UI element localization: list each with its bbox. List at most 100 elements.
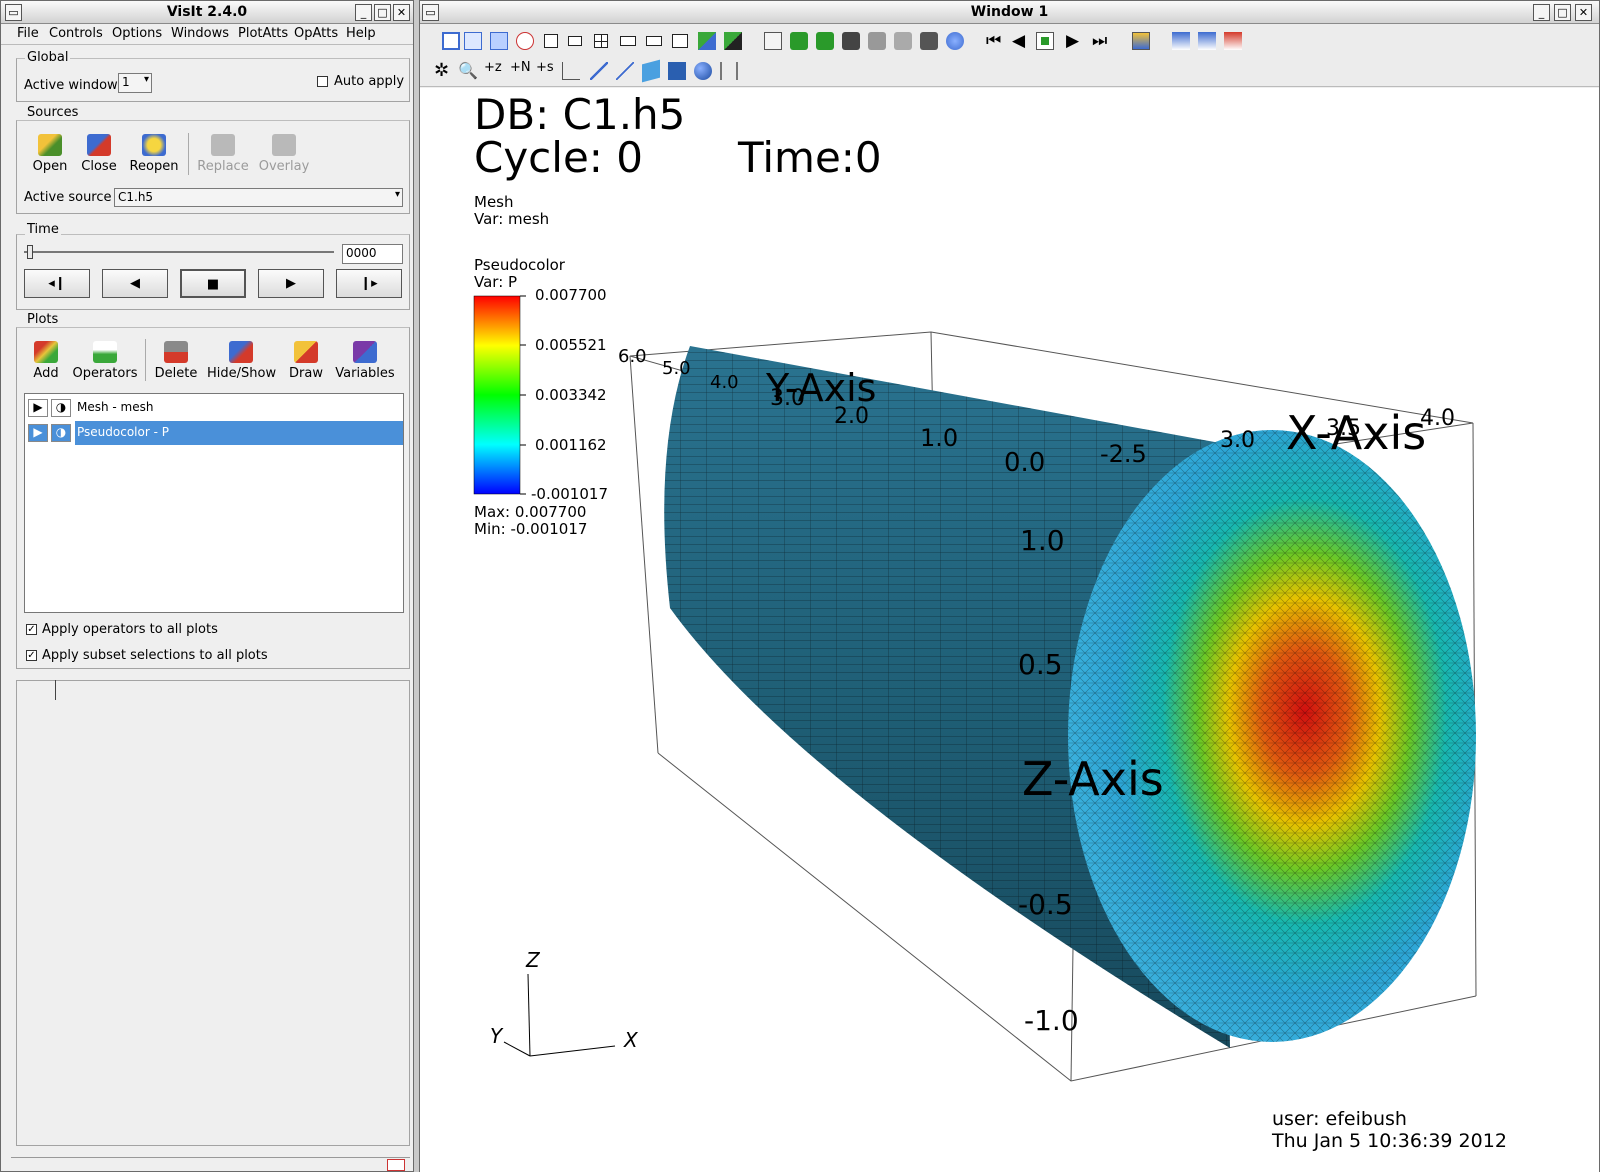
chevron-down-icon: ▾ bbox=[394, 189, 400, 200]
z-axis-title: Z-Axis bbox=[1022, 752, 1164, 806]
time-slider-track[interactable] bbox=[24, 251, 334, 253]
menu-plotatts[interactable]: PlotAtts bbox=[238, 26, 288, 41]
copy-attributes-icon[interactable] bbox=[1224, 32, 1242, 50]
x-axis-tick: 3.0 bbox=[1220, 428, 1255, 453]
hide-show-button[interactable]: Hide/Show bbox=[207, 341, 276, 381]
last-frame-icon[interactable]: ⏭ bbox=[1092, 32, 1110, 50]
layout-2x2-icon[interactable] bbox=[594, 34, 608, 48]
step-back-button[interactable]: ◂❙ bbox=[24, 269, 90, 298]
menu-help[interactable]: Help bbox=[346, 26, 376, 41]
sphere-tool-icon[interactable] bbox=[694, 62, 712, 80]
step-forward-button[interactable]: ❙▸ bbox=[336, 269, 402, 298]
annotation-icon[interactable] bbox=[1132, 32, 1150, 50]
plot-list-item[interactable]: ▶ ◑ Mesh - mesh bbox=[25, 396, 403, 420]
globe-icon[interactable] bbox=[946, 32, 964, 50]
close-icon[interactable]: ✕ bbox=[1575, 4, 1592, 21]
reopen-button[interactable]: Reopen bbox=[127, 134, 181, 174]
layout-2x3-icon[interactable] bbox=[620, 36, 636, 46]
next-frame-icon[interactable]: ▶ bbox=[1066, 32, 1084, 50]
clone-window-icon[interactable] bbox=[490, 32, 508, 50]
pc-legend-min: Min: -0.001017 bbox=[474, 520, 588, 538]
menu-windows[interactable]: Windows bbox=[171, 26, 229, 41]
operators-button[interactable]: Operators bbox=[71, 341, 139, 381]
menubar: File Controls Options Windows PlotAtts O… bbox=[1, 24, 413, 45]
viz-window: ▭ Window 1 _ □ ✕ ⏮ ◀ ▶ ⏭ ✲ 🔍 +z +N +s DB… bbox=[419, 0, 1600, 1172]
x-axis-tick: 3.5 bbox=[1326, 416, 1361, 441]
scene-svg[interactable] bbox=[420, 88, 1599, 1172]
copy-view-icon[interactable] bbox=[1172, 32, 1190, 50]
plot-list-item[interactable]: ▶ ◑ Pseudocolor - P bbox=[25, 421, 403, 445]
cap-mesh bbox=[1068, 430, 1476, 1042]
lineout-s-icon[interactable]: +s bbox=[536, 60, 554, 78]
apply-operators-checkbox[interactable]: ✓ bbox=[26, 624, 37, 635]
box-tool-icon[interactable] bbox=[668, 62, 686, 80]
stop-icon[interactable] bbox=[1036, 32, 1054, 50]
delete-plot-button[interactable]: Delete bbox=[151, 341, 201, 381]
pick-icon[interactable] bbox=[590, 62, 608, 80]
navigate-icon[interactable]: ✲ bbox=[434, 62, 452, 80]
play-reverse-button[interactable]: ◀ bbox=[102, 269, 168, 298]
perspective-icon[interactable] bbox=[764, 32, 782, 50]
render-area[interactable]: DB: C1.h5 Cycle: 0 Time:0 Mesh Var: mesh… bbox=[420, 88, 1599, 1172]
minimize-icon[interactable]: _ bbox=[355, 4, 372, 21]
active-source-select[interactable]: C1.h5 ▾ bbox=[114, 188, 403, 207]
camera-icon[interactable] bbox=[868, 32, 886, 50]
auto-apply-checkbox[interactable] bbox=[317, 76, 328, 87]
menu-controls[interactable]: Controls bbox=[49, 26, 103, 41]
menu-file[interactable]: File bbox=[17, 26, 39, 41]
add-plot-button[interactable]: Add bbox=[26, 341, 66, 381]
new-window-icon[interactable] bbox=[464, 32, 482, 50]
status-icon[interactable] bbox=[387, 1159, 405, 1171]
active-window-select[interactable]: 1 ▾ bbox=[118, 73, 152, 93]
lock-time-icon[interactable] bbox=[724, 32, 742, 50]
draw-icon bbox=[294, 341, 318, 363]
camera-icon[interactable] bbox=[894, 32, 912, 50]
play-button[interactable]: ▶ bbox=[258, 269, 324, 298]
axis-tool-icon[interactable] bbox=[720, 62, 738, 80]
line-tool-icon[interactable] bbox=[616, 62, 634, 80]
colorbar-tick-label: 0.005521 bbox=[535, 336, 607, 354]
visibility-icon[interactable]: ◑ bbox=[51, 424, 71, 442]
delete-window-icon[interactable] bbox=[516, 32, 534, 50]
plane-tool-icon[interactable] bbox=[642, 59, 660, 83]
layout-2x4-icon[interactable] bbox=[646, 36, 662, 46]
visibility-icon[interactable]: ◑ bbox=[51, 399, 71, 417]
lineout-z-icon[interactable]: +z bbox=[484, 60, 502, 78]
open-button[interactable]: Open bbox=[28, 134, 72, 174]
camera-green-icon[interactable] bbox=[816, 32, 834, 50]
overlay-button[interactable]: Overlay bbox=[256, 134, 312, 174]
expand-icon[interactable]: ▶ bbox=[28, 424, 48, 442]
prev-frame-icon[interactable]: ◀ bbox=[1012, 32, 1030, 50]
apply-subset-checkbox[interactable]: ✓ bbox=[26, 650, 37, 661]
replace-button[interactable]: Replace bbox=[195, 134, 251, 174]
zoom-icon[interactable]: 🔍 bbox=[458, 62, 478, 80]
time-field[interactable]: 0000 bbox=[342, 244, 403, 264]
layout-1x2-icon[interactable] bbox=[568, 36, 582, 46]
time-slider-handle[interactable] bbox=[27, 245, 33, 259]
lineout-n-icon[interactable]: +N bbox=[510, 60, 531, 78]
camera-icon[interactable] bbox=[842, 32, 860, 50]
maximize-icon[interactable]: □ bbox=[1554, 4, 1571, 21]
y-axis-tick: 2.0 bbox=[834, 404, 869, 429]
maximize-icon[interactable]: □ bbox=[374, 4, 391, 21]
variables-button[interactable]: Variables bbox=[335, 341, 395, 381]
close-source-button[interactable]: Close bbox=[76, 134, 122, 174]
minimize-icon[interactable]: _ bbox=[1533, 4, 1550, 21]
close-icon[interactable]: ✕ bbox=[393, 4, 410, 21]
hide-show-icon bbox=[229, 341, 253, 363]
layout-3x3-icon[interactable] bbox=[672, 34, 688, 48]
lineout-icon[interactable] bbox=[562, 62, 580, 80]
first-frame-icon[interactable]: ⏮ bbox=[986, 32, 1004, 50]
menu-opatts[interactable]: OpAtts bbox=[294, 26, 338, 41]
menu-options[interactable]: Options bbox=[112, 26, 162, 41]
active-window-label: Active window bbox=[24, 78, 118, 93]
stop-button[interactable]: ■ bbox=[180, 269, 246, 298]
copy-lighting-icon[interactable] bbox=[1198, 32, 1216, 50]
camera-icon[interactable] bbox=[920, 32, 938, 50]
expand-icon[interactable]: ▶ bbox=[28, 399, 48, 417]
draw-button[interactable]: Draw bbox=[283, 341, 329, 381]
camera-green-icon[interactable] bbox=[790, 32, 808, 50]
layout-1x1-icon[interactable] bbox=[544, 34, 558, 48]
active-window-icon[interactable] bbox=[442, 32, 460, 50]
lock-view-icon[interactable] bbox=[698, 32, 716, 50]
